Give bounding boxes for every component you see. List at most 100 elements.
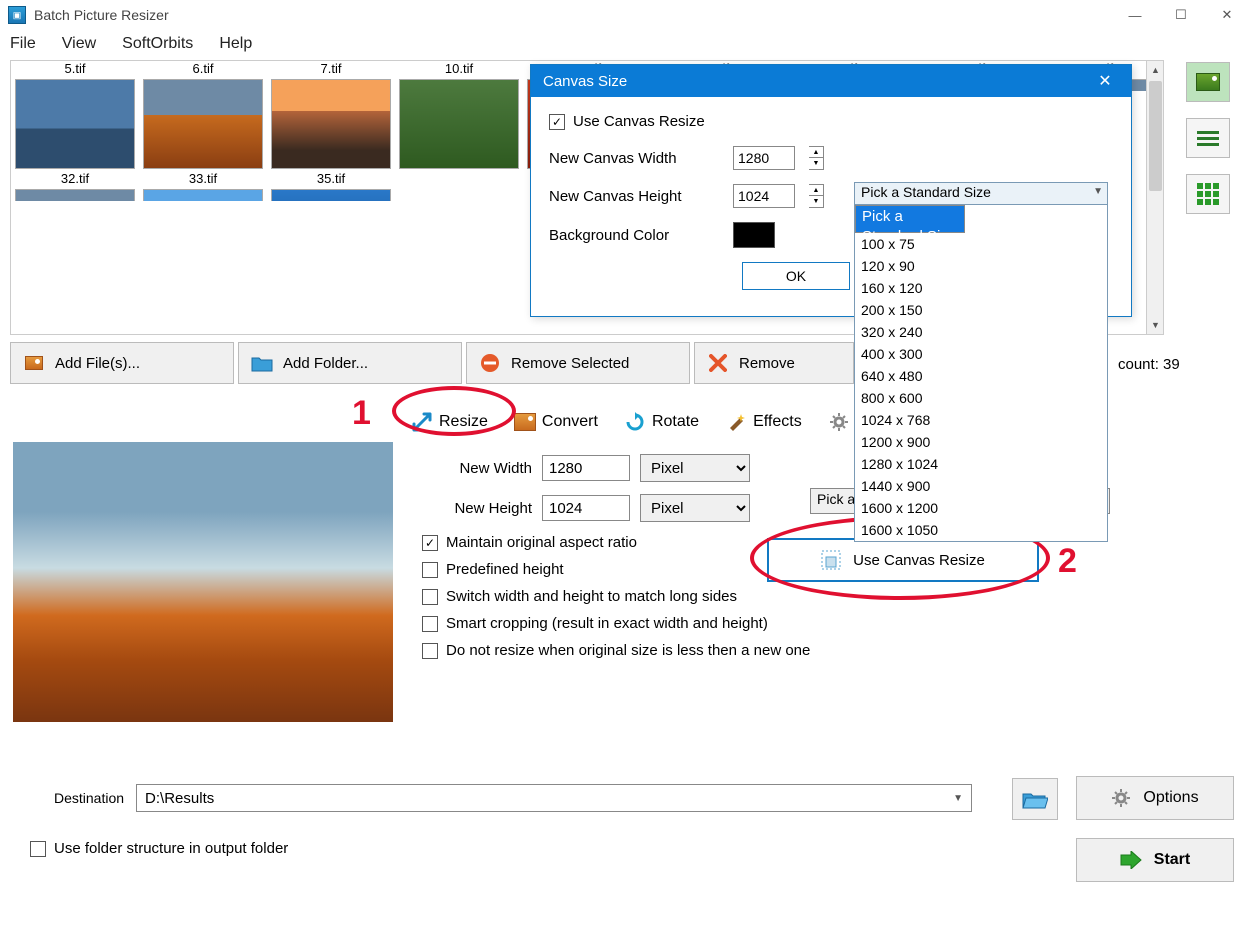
- dropdown-option[interactable]: Pick a Standard Size: [855, 205, 965, 233]
- list-icon: [1197, 131, 1219, 146]
- view-grid-button[interactable]: [1186, 174, 1230, 214]
- button-label: Add File(s)...: [55, 355, 140, 372]
- step-up-icon[interactable]: ▲: [809, 147, 823, 158]
- gear-icon: [828, 411, 850, 433]
- folder-structure-checkbox[interactable]: Use folder structure in output folder: [30, 840, 288, 857]
- scroll-thumb[interactable]: [1149, 81, 1162, 191]
- use-canvas-resize-button[interactable]: Use Canvas Resize: [767, 538, 1039, 582]
- dropdown-option[interactable]: 640 x 480: [855, 365, 1107, 387]
- destination-label: Destination: [54, 790, 124, 806]
- height-unit-select[interactable]: Pixel: [640, 494, 750, 522]
- dialog-titlebar[interactable]: Canvas Size ✕: [531, 65, 1131, 97]
- checkbox-icon: [422, 589, 438, 605]
- destination-select[interactable]: D:\Results ▼: [136, 784, 972, 812]
- tab-resize[interactable]: Resize: [400, 402, 499, 442]
- canvas-width-input[interactable]: [733, 146, 795, 170]
- ok-button[interactable]: OK: [742, 262, 850, 290]
- checkbox-label: Smart cropping (result in exact width an…: [446, 615, 768, 632]
- dropdown-option[interactable]: 1600 x 1050: [855, 519, 1107, 541]
- dropdown-option[interactable]: 1200 x 900: [855, 431, 1107, 453]
- browse-folder-button[interactable]: [1012, 778, 1058, 820]
- tab-rotate[interactable]: Rotate: [613, 402, 710, 442]
- dropdown-option[interactable]: 160 x 120: [855, 277, 1107, 299]
- dropdown-option[interactable]: 800 x 600: [855, 387, 1107, 409]
- annotation-number-2: 2: [1058, 542, 1077, 581]
- step-down-icon[interactable]: ▼: [809, 196, 823, 207]
- dropdown-option[interactable]: 1024 x 768: [855, 409, 1107, 431]
- dropdown-option[interactable]: 120 x 90: [855, 255, 1107, 277]
- width-unit-select[interactable]: Pixel: [640, 454, 750, 482]
- checkbox-label: Use folder structure in output folder: [54, 840, 288, 857]
- button-label: Remove: [739, 355, 795, 372]
- minimize-button[interactable]: —: [1112, 0, 1158, 30]
- remove-all-button[interactable]: Remove: [694, 342, 854, 384]
- start-button[interactable]: Start: [1076, 838, 1234, 882]
- canvas-height-label: New Canvas Height: [549, 188, 719, 205]
- thumbnail[interactable]: 6.tif: [139, 61, 267, 169]
- dropdown-option[interactable]: 200 x 150: [855, 299, 1107, 321]
- menu-softorbits[interactable]: SoftOrbits: [118, 33, 197, 55]
- button-label: Remove Selected: [511, 355, 629, 372]
- checkbox-icon: [422, 643, 438, 659]
- convert-icon: [514, 411, 536, 433]
- folder-icon: [251, 352, 273, 374]
- step-up-icon[interactable]: ▲: [809, 185, 823, 196]
- add-files-button[interactable]: Add File(s)...: [10, 342, 234, 384]
- image-icon: [23, 352, 45, 374]
- thumbnail[interactable]: 33.tif: [139, 171, 267, 201]
- dropdown-option[interactable]: 400 x 300: [855, 343, 1107, 365]
- maximize-button[interactable]: ☐: [1158, 0, 1204, 30]
- app-title: Batch Picture Resizer: [34, 7, 1242, 23]
- dropdown-header[interactable]: Pick a Standard Size ▼: [855, 183, 1107, 205]
- remove-selected-button[interactable]: Remove Selected: [466, 342, 690, 384]
- grid-icon: [1197, 183, 1219, 205]
- checkbox-icon: [422, 562, 438, 578]
- thumbnail[interactable]: 5.tif: [11, 61, 139, 169]
- canvas-height-input[interactable]: [733, 184, 795, 208]
- menu-view[interactable]: View: [58, 33, 100, 55]
- dialog-close-button[interactable]: ✕: [1091, 71, 1119, 91]
- button-label: Options: [1143, 789, 1198, 807]
- height-input[interactable]: [542, 495, 630, 521]
- scroll-down-icon[interactable]: ▼: [1147, 316, 1164, 334]
- smart-crop-checkbox[interactable]: Smart cropping (result in exact width an…: [422, 615, 1130, 632]
- preview-image: [13, 442, 393, 722]
- dropdown-option[interactable]: 1280 x 1024: [855, 453, 1107, 475]
- close-button[interactable]: ✕: [1204, 0, 1250, 30]
- tab-convert[interactable]: Convert: [503, 402, 609, 442]
- titlebar: ▣ Batch Picture Resizer: [0, 0, 1250, 30]
- view-list-button[interactable]: [1186, 118, 1230, 158]
- no-resize-checkbox[interactable]: Do not resize when original size is less…: [422, 642, 1130, 659]
- thumbnail-label: 35.tif: [267, 171, 395, 189]
- use-canvas-checkbox[interactable]: ✓ Use Canvas Resize: [549, 113, 1113, 130]
- dropdown-option[interactable]: 320 x 240: [855, 321, 1107, 343]
- options-button[interactable]: Options: [1076, 776, 1234, 820]
- thumbnail-label: 5.tif: [11, 61, 139, 79]
- thumbnail[interactable]: 32.tif: [11, 171, 139, 201]
- thumbnail[interactable]: 10.tif: [395, 61, 523, 169]
- add-folder-button[interactable]: Add Folder...: [238, 342, 462, 384]
- tab-effects[interactable]: Effects: [714, 402, 813, 442]
- menu-file[interactable]: File: [6, 33, 40, 55]
- switch-sides-checkbox[interactable]: Switch width and height to match long si…: [422, 588, 1130, 605]
- thumbnail-scrollbar[interactable]: ▲ ▼: [1146, 61, 1164, 334]
- thumbnail[interactable]: 35.tif: [267, 171, 395, 201]
- dropdown-option[interactable]: 1440 x 900: [855, 475, 1107, 497]
- dropdown-option[interactable]: 100 x 75: [855, 233, 1107, 255]
- view-thumbnails-button[interactable]: [1186, 62, 1230, 102]
- thumbnail-label: 6.tif: [139, 61, 267, 79]
- remove-icon: [479, 352, 501, 374]
- bg-color-swatch[interactable]: [733, 222, 775, 248]
- scroll-up-icon[interactable]: ▲: [1147, 61, 1164, 79]
- thumbnail-label: 7.tif: [267, 61, 395, 79]
- width-stepper[interactable]: ▲▼: [809, 146, 824, 170]
- thumbnail-label: 10.tif: [395, 61, 523, 79]
- step-down-icon[interactable]: ▼: [809, 158, 823, 169]
- width-input[interactable]: [542, 455, 630, 481]
- menu-help[interactable]: Help: [215, 33, 256, 55]
- thumbnail[interactable]: 7.tif: [267, 61, 395, 169]
- standard-size-dropdown[interactable]: Pick a Standard Size ▼ Pick a Standard S…: [854, 182, 1108, 542]
- window-controls: — ☐ ✕: [1112, 0, 1250, 30]
- dropdown-option[interactable]: 1600 x 1200: [855, 497, 1107, 519]
- height-stepper[interactable]: ▲▼: [809, 184, 824, 208]
